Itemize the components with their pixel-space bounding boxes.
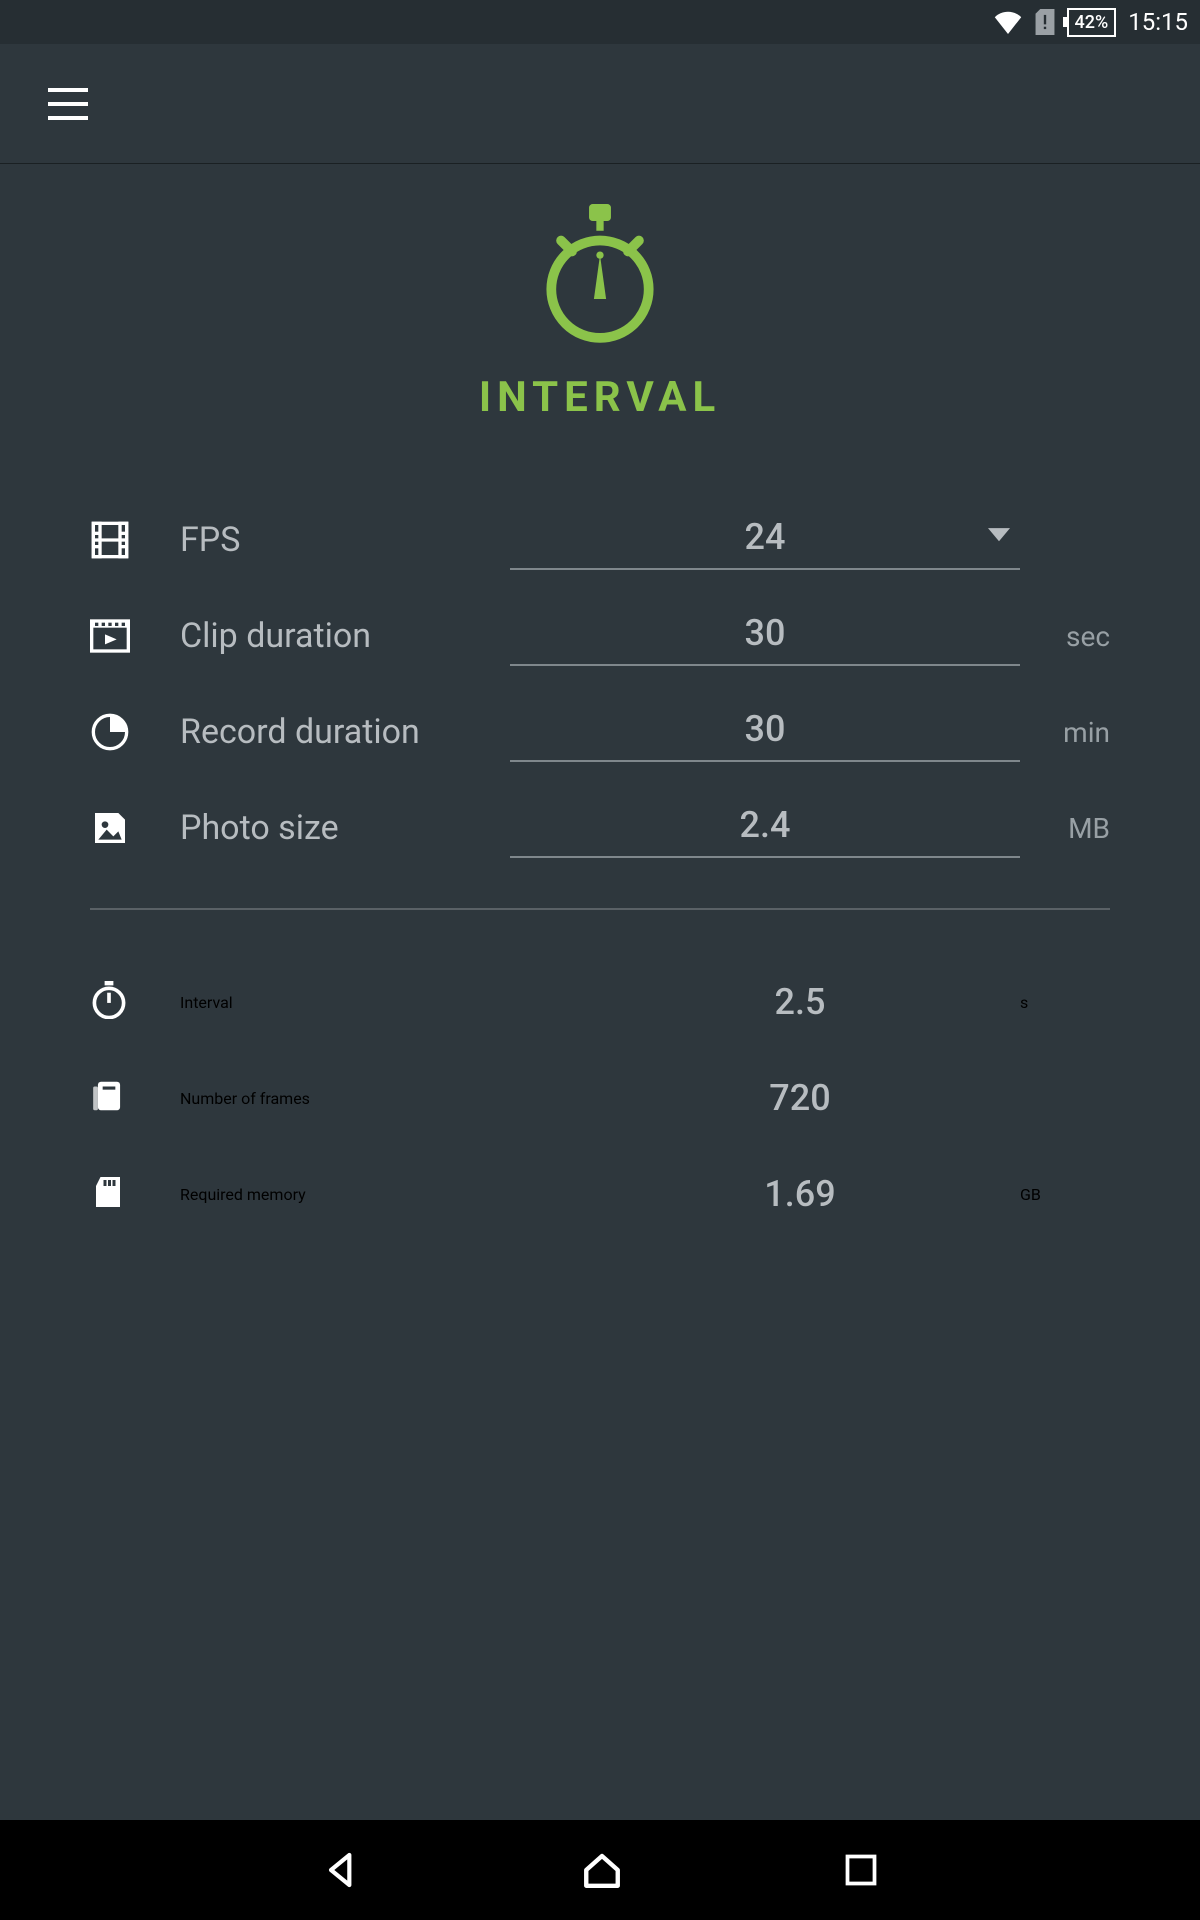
clock: 15:15 [1128,8,1188,36]
page-title: INTERVAL [0,373,1200,422]
settings-form: FPS Clip duration sec Record duration [90,492,1110,1242]
record-duration-label: Record duration [180,712,510,752]
clip-icon [90,616,180,656]
battery-indicator: 42% [1067,8,1117,37]
status-bar: 42% 15:15 [0,0,1200,44]
navigation-bar [0,1820,1200,1920]
recent-apps-button[interactable] [843,1852,879,1888]
frames-label: Number of frames [180,1089,580,1108]
chevron-down-icon [988,527,1010,546]
fps-row: FPS [90,492,1110,588]
sim-warning-icon [1035,9,1055,35]
photo-size-row: Photo size MB [90,780,1110,876]
sd-card-icon [90,1174,180,1214]
record-duration-input[interactable] [510,702,1020,762]
menu-button[interactable] [48,88,88,120]
back-button[interactable] [321,1850,361,1890]
fps-label: FPS [180,520,510,560]
memory-row: Required memory 1.69 GB [90,1146,1110,1242]
frames-icon [90,1077,180,1119]
clock-icon [90,712,180,752]
clip-duration-unit: sec [1020,620,1110,653]
wifi-icon [993,10,1023,34]
film-icon [90,520,180,560]
interval-value: 2.5 [580,981,1020,1023]
photo-size-label: Photo size [180,808,510,848]
stopwatch-icon [0,204,1200,348]
frames-value: 720 [580,1077,1020,1119]
home-button[interactable] [581,1849,623,1891]
app-bar [0,44,1200,164]
clip-duration-row: Clip duration sec [90,588,1110,684]
memory-label: Required memory [180,1185,580,1204]
memory-value: 1.69 [580,1173,1020,1215]
record-duration-row: Record duration min [90,684,1110,780]
interval-row: Interval 2.5 s [90,954,1110,1050]
fps-dropdown[interactable] [510,510,1020,570]
memory-unit: GB [1020,1185,1110,1204]
interval-unit: s [1020,993,1110,1012]
photo-size-input[interactable] [510,798,1020,858]
timer-icon [90,981,180,1023]
clip-duration-label: Clip duration [180,616,510,656]
hero: INTERVAL [0,204,1200,422]
record-duration-unit: min [1020,716,1110,749]
divider [90,908,1110,910]
image-icon [90,808,180,848]
main-content: INTERVAL FPS Clip duration sec [0,164,1200,1820]
frames-row: Number of frames 720 [90,1050,1110,1146]
clip-duration-input[interactable] [510,606,1020,666]
photo-size-unit: MB [1020,812,1110,845]
interval-label: Interval [180,993,580,1012]
